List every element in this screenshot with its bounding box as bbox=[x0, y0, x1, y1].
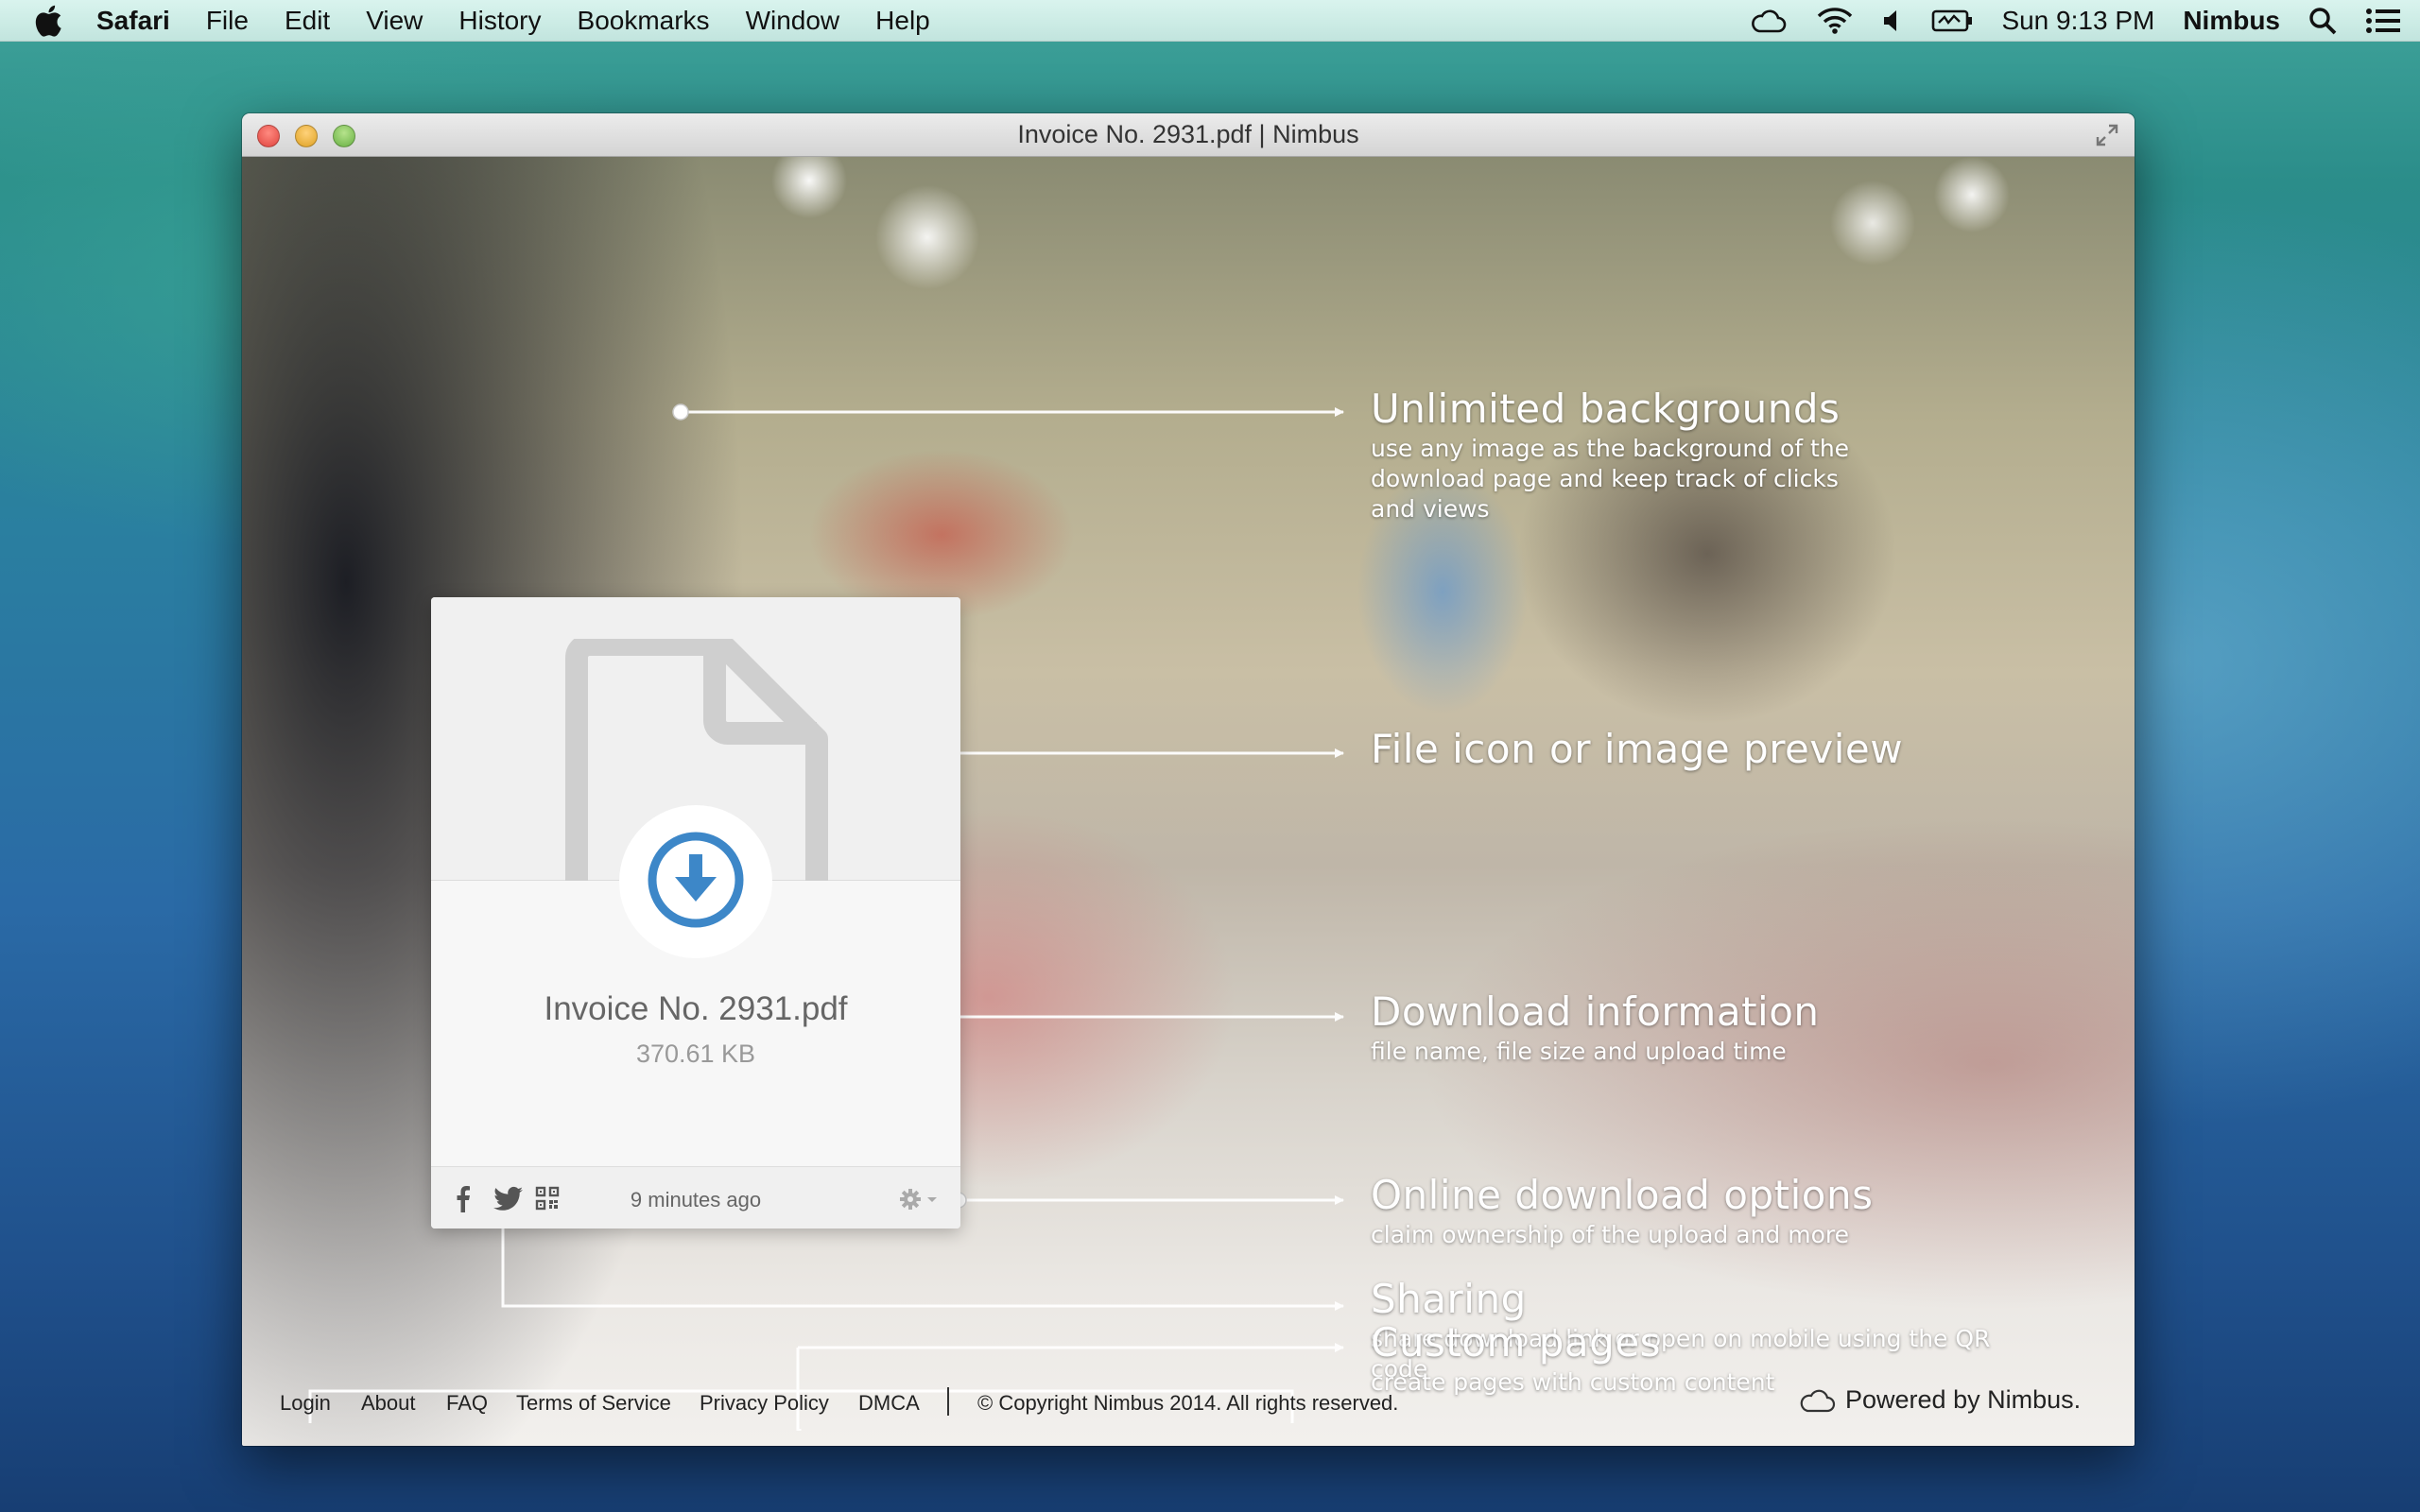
menu-help[interactable]: Help bbox=[875, 6, 930, 36]
feature-backgrounds-desc-2: download page and keep track of clicks bbox=[1371, 465, 1839, 492]
menu-app-name[interactable]: Safari bbox=[96, 6, 170, 36]
footer-link-about[interactable]: About bbox=[361, 1391, 416, 1416]
window-title: Invoice No. 2931.pdf | Nimbus bbox=[1017, 120, 1359, 148]
battery-icon[interactable] bbox=[1931, 9, 1973, 33]
facebook-icon[interactable] bbox=[456, 1186, 471, 1217]
feature-online-options: Online download options claim ownership … bbox=[1371, 1172, 1873, 1250]
notifications-icon[interactable] bbox=[2365, 7, 2401, 35]
menu-user-name[interactable]: Nimbus bbox=[2183, 6, 2280, 36]
window-titlebar[interactable]: Invoice No. 2931.pdf | Nimbus bbox=[242, 113, 2135, 157]
feature-sharing-title: Sharing bbox=[1371, 1276, 1527, 1322]
feature-download-info-desc: file name, file size and upload time bbox=[1371, 1038, 1787, 1065]
menu-window[interactable]: Window bbox=[746, 6, 840, 36]
menu-view[interactable]: View bbox=[366, 6, 423, 36]
footer-link-faq[interactable]: FAQ bbox=[446, 1391, 488, 1416]
volume-icon[interactable] bbox=[1882, 9, 1903, 33]
menu-history[interactable]: History bbox=[458, 6, 541, 36]
menu-bookmarks[interactable]: Bookmarks bbox=[578, 6, 710, 36]
apple-menu-icon[interactable] bbox=[34, 5, 87, 37]
download-button[interactable] bbox=[619, 805, 772, 958]
download-arrow-icon bbox=[646, 830, 746, 935]
minimize-window-button[interactable] bbox=[295, 125, 318, 147]
feature-online-options-title: Online download options bbox=[1371, 1172, 1874, 1218]
powered-by-link[interactable]: Powered by Nimbus. bbox=[1798, 1385, 2081, 1415]
browser-window: Invoice No. 2931.pdf | Nimbus Unlimited … bbox=[242, 113, 2135, 1446]
powered-by-text: Powered by Nimbus. bbox=[1845, 1385, 2082, 1414]
footer-copyright: © Copyright Nimbus 2014. All rights rese… bbox=[977, 1391, 1399, 1415]
file-name: Invoice No. 2931.pdf bbox=[544, 990, 848, 1027]
feature-backgrounds-title: Unlimited backgrounds bbox=[1371, 386, 1841, 432]
menu-bar: Safari File Edit View History Bookmarks … bbox=[0, 0, 2420, 42]
footer-link-login[interactable]: Login bbox=[280, 1391, 331, 1416]
feature-backgrounds-desc-1: use any image as the background of the bbox=[1371, 435, 1850, 462]
fullscreen-icon[interactable] bbox=[2095, 123, 2119, 152]
feature-download-info: Download information file name, file siz… bbox=[1371, 988, 1820, 1067]
feature-backgrounds-desc-3: and views bbox=[1371, 495, 1490, 523]
spotlight-icon[interactable] bbox=[2308, 7, 2337, 35]
close-window-button[interactable] bbox=[257, 125, 280, 147]
footer-link-privacy[interactable]: Privacy Policy bbox=[700, 1391, 829, 1416]
file-size: 370.61 KB bbox=[635, 1040, 756, 1068]
feature-backgrounds: Unlimited backgrounds use any image as t… bbox=[1371, 386, 1849, 524]
cloud-logo-icon bbox=[1800, 1389, 1836, 1412]
feature-preview: File icon or image preview bbox=[1371, 726, 1903, 772]
zoom-window-button[interactable] bbox=[333, 125, 355, 147]
upload-time: 9 minutes ago bbox=[630, 1188, 762, 1211]
download-card: Invoice No. 2931.pdf 370.61 KB 9 minutes… bbox=[431, 597, 960, 1228]
qr-code-icon[interactable] bbox=[535, 1186, 560, 1215]
cloud-icon[interactable] bbox=[1750, 8, 1788, 34]
feature-preview-title: File icon or image preview bbox=[1371, 726, 1904, 772]
menu-clock[interactable]: Sun 9:13 PM bbox=[2001, 6, 2154, 36]
gear-icon[interactable] bbox=[899, 1188, 939, 1215]
footer-link-dmca[interactable]: DMCA bbox=[858, 1391, 920, 1416]
page-footer: Login About FAQ Terms of Service Privacy… bbox=[242, 1382, 2135, 1419]
footer-divider bbox=[947, 1387, 949, 1416]
wifi-icon[interactable] bbox=[1816, 7, 1854, 35]
menu-file[interactable]: File bbox=[206, 6, 249, 36]
footer-link-terms[interactable]: Terms of Service bbox=[516, 1391, 671, 1416]
twitter-icon[interactable] bbox=[493, 1186, 524, 1217]
card-footer: 9 minutes ago bbox=[431, 1166, 960, 1228]
feature-online-options-desc: claim ownership of the upload and more bbox=[1371, 1221, 1849, 1248]
feature-custom-pages-title: Custom pages bbox=[1371, 1319, 1662, 1366]
download-page: Unlimited backgrounds use any image as t… bbox=[242, 157, 2135, 1446]
menu-edit[interactable]: Edit bbox=[285, 6, 330, 36]
feature-download-info-title: Download information bbox=[1371, 988, 1820, 1035]
